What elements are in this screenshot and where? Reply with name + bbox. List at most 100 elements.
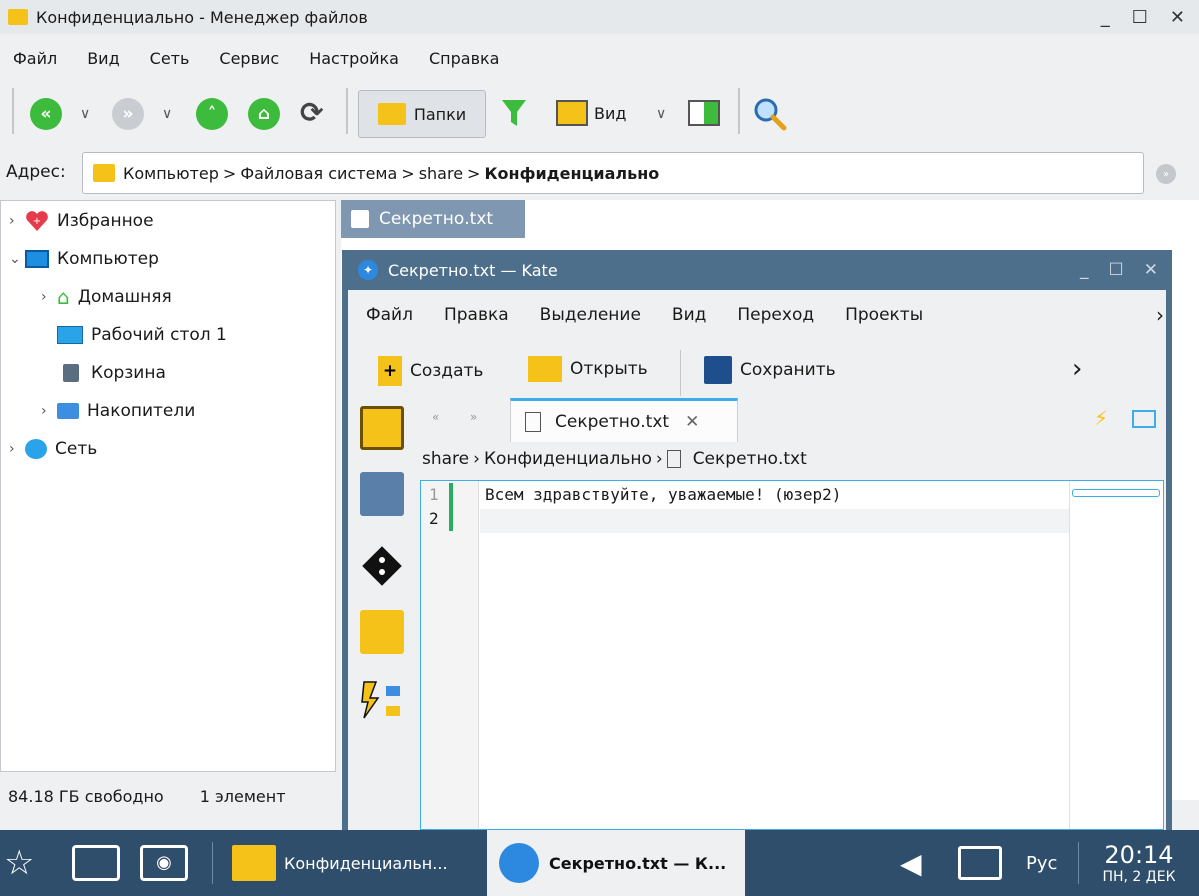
minimize-icon[interactable]: _ [1101,7,1110,28]
git-icon[interactable] [360,544,404,588]
menu-settings[interactable]: Настройка [309,49,399,68]
crumb-folder[interactable]: Конфиденциально [484,449,652,469]
expand-arrow-icon[interactable]: › [9,213,25,229]
tree-item-trash[interactable]: Корзина [57,355,166,391]
forward-button[interactable]: » [112,98,144,130]
tree-item-desktop[interactable]: Рабочий стол 1 [57,317,227,353]
split-view-icon[interactable] [1132,410,1156,428]
refresh-icon[interactable]: ⟳ [300,96,323,129]
maximize-icon[interactable]: ☐ [1109,260,1124,280]
projects-folder-icon[interactable] [360,610,404,654]
kate-breadcrumb: share › Конфиденциально › Секретно.txt [422,446,807,472]
menu-view[interactable]: Вид [87,49,119,68]
folder-icon [232,845,276,881]
crumb-separator-icon: > [222,163,237,183]
menu-help[interactable]: Справка [429,49,500,68]
filesystem-browser-icon[interactable] [360,472,404,516]
crumb-file[interactable]: Секретно.txt [693,449,807,469]
open-button[interactable]: Открыть [528,356,648,382]
crumb-separator-icon: > [467,163,481,183]
search-icon[interactable] [752,96,788,132]
minimap[interactable] [1069,481,1163,829]
symbols-icon[interactable] [360,678,404,722]
expand-arrow-icon[interactable]: › [41,289,57,305]
folder-tree: › + Избранное ⌄ Компьютер › ⌂ Домашняя Р… [0,200,336,772]
text-file-icon [351,210,369,228]
text-editor[interactable]: 1 2 Всем здравствуйте, уважаемые! (юзер2… [420,480,1164,830]
tab-close-icon[interactable]: ✕ [685,412,699,432]
network-globe-icon [25,439,47,459]
fm-menubar: Файл Вид Сеть Сервис Настройка Справка [0,42,516,74]
minimize-icon[interactable]: _ [1080,260,1089,280]
menu-service[interactable]: Сервис [219,49,279,68]
view-chevron-icon[interactable]: ∨ [656,106,666,122]
keyboard-layout-indicator[interactable]: Рус [1026,830,1057,896]
menu-network[interactable]: Сеть [150,49,190,68]
home-button[interactable]: ⌂ [248,98,280,130]
collapse-arrow-icon[interactable]: ⌄ [9,251,25,267]
crumb-share[interactable]: share [419,164,463,183]
expand-arrow-icon[interactable]: › [9,441,25,457]
filter-icon[interactable] [500,98,528,128]
start-menu-star-icon[interactable]: ☆ [4,830,34,896]
documents-icon[interactable] [360,406,404,450]
save-button[interactable]: Сохранить [704,356,836,384]
network-monitor-icon[interactable] [958,830,1002,896]
back-button[interactable]: « [30,98,62,130]
kate-window-title: Секретно.txt — Kate [388,260,558,280]
back-history-chevron-icon[interactable]: ∨ [80,106,90,122]
kate-menubar: Файл Правка Выделение Вид Переход Проект… [348,300,1164,330]
folder-icon [93,164,115,182]
line-number: 1 [429,485,439,504]
up-button[interactable]: ˄ [196,98,228,130]
quick-open-icon[interactable]: ⚡ [1094,406,1108,430]
crumb-current[interactable]: Конфиденциально [484,164,659,183]
menu-overflow-chevron-icon[interactable]: › [1156,303,1164,327]
new-button[interactable]: + Создать [378,356,483,386]
show-desktop-eye-icon[interactable]: ◉ [140,830,188,896]
forward-history-chevron-icon[interactable]: ∨ [162,106,172,122]
crumb-computer[interactable]: Компьютер [123,164,219,183]
folders-toggle-button[interactable]: Папки [358,90,486,138]
toolbar-overflow-chevron-icon[interactable]: › [1072,354,1082,384]
tree-item-network[interactable]: › Сеть [9,431,97,467]
volume-speaker-icon[interactable]: ◀ [900,830,922,896]
toolbar-separator [346,88,348,134]
drive-icon [57,403,79,419]
fm-toolbar: « ∨ » ∨ ˄ ⌂ ⟳ Папки Вид ∨ [0,84,1199,146]
kate-menu-selection[interactable]: Выделение [540,305,641,325]
view-button[interactable]: Вид [556,100,626,126]
task-file-manager[interactable]: Конфиденциальн... [232,830,448,896]
window-switcher-icon[interactable] [72,830,120,896]
kate-menu-edit[interactable]: Правка [444,305,509,325]
go-icon[interactable]: » [1156,164,1176,184]
crumb-share[interactable]: share [422,449,469,469]
fm-statusbar: 84.18 ГБ свободно 1 элемент [0,776,340,816]
maximize-icon[interactable]: ☐ [1132,7,1148,28]
tree-item-home[interactable]: › ⌂ Домашняя [41,279,172,315]
address-bar: Адрес: Компьютер > Файловая система > sh… [0,152,1199,196]
tree-item-computer[interactable]: ⌄ Компьютер [9,241,159,277]
split-view-icon[interactable] [688,100,720,126]
clock-date: ПН, 2 ДЕК [1102,869,1176,885]
kate-menu-go[interactable]: Переход [737,305,814,325]
close-icon[interactable]: ✕ [1170,7,1185,28]
file-item-selected[interactable]: Секретно.txt [341,200,525,238]
minimap-viewport[interactable] [1072,489,1160,497]
expand-arrow-icon[interactable]: › [41,403,57,419]
item-count-text: 1 элемент [199,786,286,806]
crumb-filesystem[interactable]: Файловая система [240,164,397,183]
tree-item-favorites[interactable]: › + Избранное [9,203,154,239]
menu-file[interactable]: Файл [13,49,57,68]
task-kate[interactable]: Секретно.txt — К... [487,830,745,896]
address-input[interactable]: Компьютер > Файловая система > share > К… [82,152,1144,194]
kate-menu-projects[interactable]: Проекты [845,305,923,325]
kate-menu-view[interactable]: Вид [672,305,706,325]
clock[interactable]: 20:14 ПН, 2 ДЕК [1079,830,1199,896]
tab-secret-txt[interactable]: Секретно.txt ✕ [510,398,738,442]
kate-menu-file[interactable]: Файл [366,305,413,325]
tree-item-drives[interactable]: › Накопители [41,393,195,429]
tab-scroll-left-icon[interactable]: « [432,410,439,424]
close-icon[interactable]: ✕ [1144,260,1158,280]
tab-scroll-right-icon[interactable]: » [470,410,477,424]
